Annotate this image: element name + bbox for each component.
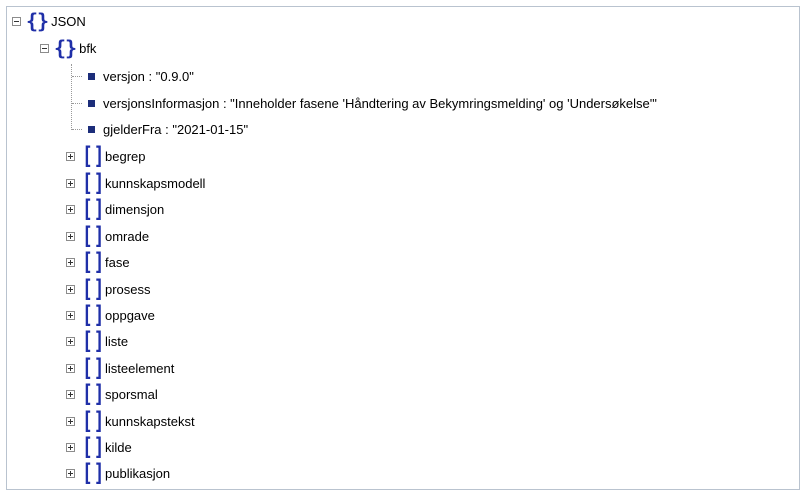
property-row[interactable]: versjonsInformasjon : "Inneholder fasene… (88, 91, 657, 115)
tree-node-label: publikasjon (105, 465, 171, 481)
square-brackets-icon: [] (82, 407, 106, 435)
curly-braces-icon: {} (26, 9, 49, 33)
plus-toggle-icon[interactable] (66, 151, 75, 161)
property-row[interactable]: versjon : "0.9.0" (88, 64, 194, 88)
property-text: gjelderFra : "2021-01-15" (103, 121, 249, 137)
tree-node-fase[interactable]: [] fase (66, 250, 130, 274)
plus-toggle-icon[interactable] (66, 363, 75, 373)
tree-node-label: fase (105, 254, 130, 270)
square-brackets-icon: [] (82, 142, 106, 170)
square-brackets-icon: [] (82, 327, 106, 355)
tree-connector (72, 103, 82, 105)
tree-connector (72, 76, 82, 78)
tree-node-label: begrep (105, 148, 146, 164)
tree-node-bfk[interactable]: {} bfk (40, 36, 96, 60)
tree-node-oppgave[interactable]: [] oppgave (66, 303, 155, 327)
tree-node-publikasjon[interactable]: [] publikasjon (66, 461, 170, 485)
tree-node-label: kilde (105, 439, 132, 455)
tree-node-label: bfk (79, 40, 97, 56)
square-brackets-icon: [] (82, 380, 106, 408)
tree-node-label: JSON (51, 13, 86, 29)
tree-connector (71, 64, 73, 130)
property-text: versjonsInformasjon : "Inneholder fasene… (103, 95, 657, 111)
square-brackets-icon: [] (82, 195, 106, 223)
tree-node-label: dimensjon (105, 201, 165, 217)
plus-toggle-icon[interactable] (66, 284, 75, 294)
property-text: versjon : "0.9.0" (103, 68, 194, 84)
plus-toggle-icon[interactable] (66, 310, 75, 320)
tree-node-kunnskapstekst[interactable]: [] kunnskapstekst (66, 409, 195, 433)
plus-toggle-icon[interactable] (66, 389, 75, 399)
square-brackets-icon: [] (82, 275, 106, 303)
plus-toggle-icon[interactable] (66, 336, 75, 346)
square-brackets-icon: [] (82, 433, 106, 461)
tree-node-kunnskapsmodell[interactable]: [] kunnskapsmodell (66, 171, 205, 195)
tree-node-label: oppgave (105, 307, 155, 323)
tree-connector (72, 129, 82, 131)
square-brackets-icon: [] (82, 222, 106, 250)
square-brackets-icon: [] (82, 301, 106, 329)
square-bullet-icon (88, 125, 95, 133)
tree-node-omrade[interactable]: [] omrade (66, 224, 149, 248)
minus-toggle-icon[interactable] (12, 16, 21, 26)
minus-toggle-icon[interactable] (40, 43, 49, 53)
tree-node-json[interactable]: {} JSON (12, 9, 86, 33)
tree-node-listeelement[interactable]: [] listeelement (66, 356, 174, 380)
plus-toggle-icon[interactable] (66, 442, 75, 452)
square-brackets-icon: [] (82, 459, 106, 487)
plus-toggle-icon[interactable] (66, 416, 75, 426)
tree-node-begrep[interactable]: [] begrep (66, 144, 145, 168)
square-bullet-icon (88, 72, 95, 80)
tree-node-label: omrade (105, 228, 150, 244)
plus-toggle-icon[interactable] (66, 204, 75, 214)
square-brackets-icon: [] (82, 169, 106, 197)
curly-braces-icon: {} (54, 36, 77, 60)
tree-node-liste[interactable]: [] liste (66, 329, 128, 353)
property-row[interactable]: gjelderFra : "2021-01-15" (88, 117, 248, 141)
tree-node-label: kunnskapsmodell (105, 175, 206, 191)
plus-toggle-icon[interactable] (66, 468, 75, 478)
tree-node-label: listeelement (105, 360, 175, 376)
plus-toggle-icon[interactable] (66, 178, 75, 188)
square-brackets-icon: [] (82, 354, 106, 382)
tree-node-dimensjon[interactable]: [] dimensjon (66, 197, 164, 221)
tree-node-label: kunnskapstekst (105, 413, 195, 429)
tree-node-label: prosess (105, 281, 151, 297)
plus-toggle-icon[interactable] (66, 257, 75, 267)
tree-node-label: sporsmal (105, 386, 158, 402)
tree-node-label: liste (105, 333, 129, 349)
tree-node-sporsmal[interactable]: [] sporsmal (66, 382, 158, 406)
plus-toggle-icon[interactable] (66, 231, 75, 241)
square-brackets-icon: [] (82, 248, 106, 276)
tree-node-kilde[interactable]: [] kilde (66, 435, 132, 459)
tree-node-prosess[interactable]: [] prosess (66, 277, 151, 301)
square-bullet-icon (88, 99, 95, 107)
